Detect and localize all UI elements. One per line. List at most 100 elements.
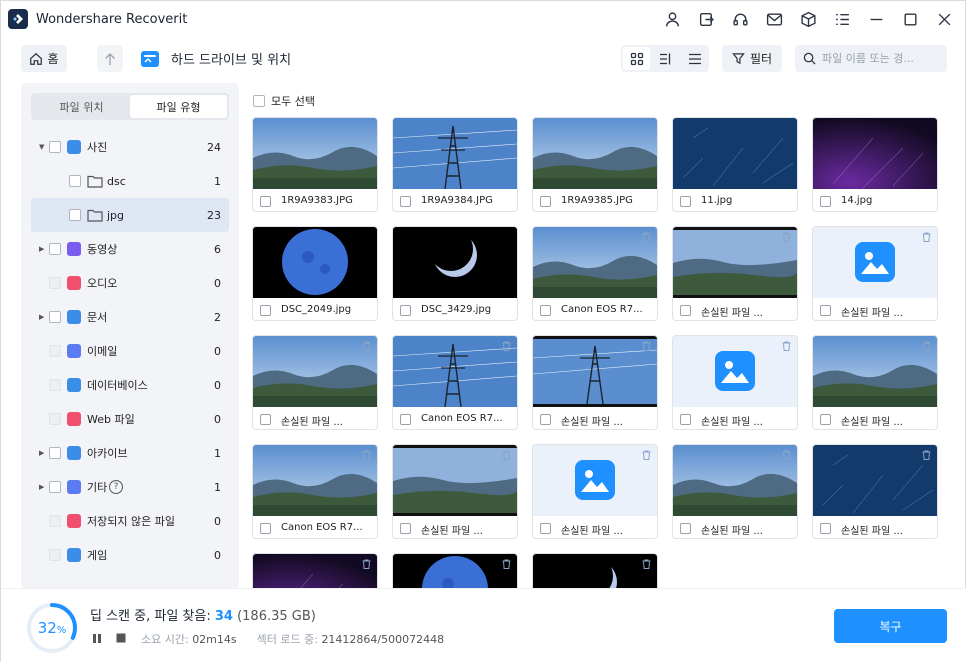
mail-icon[interactable] bbox=[757, 2, 791, 36]
file-checkbox[interactable] bbox=[260, 305, 271, 316]
file-card[interactable]: DSC_3429.jpg bbox=[392, 226, 518, 321]
sidebar-item-7[interactable]: 데이터베이스 0 bbox=[21, 368, 239, 402]
file-checkbox[interactable] bbox=[400, 305, 411, 316]
sidebar-item-6[interactable]: 이메일 0 bbox=[21, 334, 239, 368]
file-checkbox[interactable] bbox=[540, 196, 551, 207]
sidebar-item-checkbox[interactable] bbox=[49, 311, 61, 323]
detail-view-button[interactable] bbox=[652, 47, 679, 70]
sidebar-item-5[interactable]: ▶ 문서 2 bbox=[21, 300, 239, 334]
sidebar-item-9[interactable]: ▶ 아카이브 1 bbox=[21, 436, 239, 470]
file-card[interactable]: 손실된 파일 ... bbox=[672, 444, 798, 539]
file-card[interactable]: 손실된 파일 ... bbox=[672, 226, 798, 321]
select-all-label: 모두 선택 bbox=[271, 95, 315, 108]
file-card[interactable] bbox=[392, 553, 518, 588]
file-card[interactable]: 손실된 파일 ... bbox=[812, 226, 938, 321]
file-checkbox[interactable] bbox=[820, 305, 831, 316]
file-checkbox[interactable] bbox=[540, 523, 551, 534]
sidebar-item-2[interactable]: jpg 23 bbox=[31, 198, 229, 232]
sidebar-item-12[interactable]: 게임 0 bbox=[21, 538, 239, 572]
file-checkbox[interactable] bbox=[680, 196, 691, 207]
stop-button[interactable] bbox=[115, 632, 127, 644]
file-checkbox[interactable] bbox=[400, 523, 411, 534]
file-checkbox[interactable] bbox=[400, 414, 411, 425]
file-checkbox[interactable] bbox=[260, 414, 271, 425]
file-card[interactable]: 손실된 파일 ... bbox=[252, 335, 378, 430]
sidebar-item-checkbox[interactable] bbox=[49, 141, 61, 153]
file-checkbox[interactable] bbox=[400, 196, 411, 207]
file-card[interactable]: 14.jpg bbox=[812, 117, 938, 212]
sign-out-icon[interactable] bbox=[689, 2, 723, 36]
file-card[interactable]: 1R9A9385.JPG bbox=[532, 117, 658, 212]
close-icon[interactable] bbox=[927, 2, 961, 36]
file-card[interactable]: Canon EOS R7... bbox=[532, 226, 658, 321]
deleted-file-icon bbox=[502, 341, 511, 351]
file-card[interactable]: Canon EOS R7... bbox=[252, 444, 378, 539]
file-card[interactable]: 손실된 파일 ... bbox=[532, 444, 658, 539]
file-checkbox[interactable] bbox=[260, 523, 271, 534]
expand-right-icon[interactable]: ▶ bbox=[39, 313, 47, 321]
file-card[interactable] bbox=[532, 553, 658, 588]
file-checkbox[interactable] bbox=[820, 196, 831, 207]
sidebar-item-3[interactable]: ▶ 동영상 6 bbox=[21, 232, 239, 266]
expand-down-icon[interactable]: ▼ bbox=[39, 143, 47, 151]
list-view-button[interactable] bbox=[681, 47, 708, 70]
filter-button[interactable]: 필터 bbox=[722, 45, 782, 72]
file-card[interactable]: 1R9A9383.JPG bbox=[252, 117, 378, 212]
sidebar-item-4[interactable]: 오디오 0 bbox=[21, 266, 239, 300]
tab-file-location[interactable]: 파일 위치 bbox=[33, 95, 130, 118]
file-checkbox[interactable] bbox=[540, 305, 551, 316]
file-card[interactable]: Canon EOS R7... bbox=[392, 335, 518, 430]
file-card[interactable] bbox=[252, 553, 378, 588]
headset-icon[interactable] bbox=[723, 2, 757, 36]
file-card[interactable]: DSC_2049.jpg bbox=[252, 226, 378, 321]
help-icon[interactable]: ? bbox=[109, 480, 123, 494]
sidebar-item-checkbox[interactable] bbox=[49, 243, 61, 255]
sidebar-item-label: 이메일 bbox=[87, 345, 118, 358]
tab-file-type[interactable]: 파일 유형 bbox=[130, 95, 227, 118]
up-button[interactable] bbox=[97, 45, 123, 72]
file-checkbox[interactable] bbox=[260, 196, 271, 207]
menu-list-icon[interactable] bbox=[825, 2, 859, 36]
sidebar-item-1[interactable]: dsc 1 bbox=[21, 164, 239, 198]
file-card[interactable]: 손실된 파일 ... bbox=[392, 444, 518, 539]
file-checkbox[interactable] bbox=[680, 523, 691, 534]
file-card[interactable]: 손실된 파일 ... bbox=[812, 444, 938, 539]
file-checkbox[interactable] bbox=[820, 414, 831, 425]
box-icon[interactable] bbox=[791, 2, 825, 36]
file-checkbox[interactable] bbox=[680, 305, 691, 316]
file-card[interactable]: 손실된 파일 ... bbox=[672, 335, 798, 430]
sidebar-item-checkbox[interactable] bbox=[49, 447, 61, 459]
sidebar-item-0[interactable]: ▼ 사진 24 bbox=[21, 130, 239, 164]
select-all-checkbox[interactable] bbox=[253, 95, 265, 107]
file-card[interactable]: 손실된 파일 ... bbox=[532, 335, 658, 430]
file-thumbnail bbox=[393, 336, 517, 408]
home-button[interactable]: 홈 bbox=[21, 45, 67, 72]
expand-right-icon[interactable]: ▶ bbox=[39, 483, 47, 491]
file-checkbox[interactable] bbox=[540, 414, 551, 425]
expand-right-icon[interactable]: ▶ bbox=[39, 449, 47, 457]
expand-right-icon[interactable]: ▶ bbox=[39, 245, 47, 253]
sidebar-item-10[interactable]: ▶ 기타? 1 bbox=[21, 470, 239, 504]
file-card[interactable]: 1R9A9384.JPG bbox=[392, 117, 518, 212]
recover-button[interactable]: 복구 bbox=[834, 609, 947, 643]
user-icon[interactable] bbox=[655, 2, 689, 36]
file-card[interactable]: 손실된 파일 ... bbox=[812, 335, 938, 430]
file-card[interactable]: 11.jpg bbox=[672, 117, 798, 212]
sidebar-item-checkbox[interactable] bbox=[69, 175, 81, 187]
grid-view-button[interactable] bbox=[623, 47, 650, 70]
file-checkbox[interactable] bbox=[820, 523, 831, 534]
maximize-icon[interactable] bbox=[893, 2, 927, 36]
sidebar-item-checkbox[interactable] bbox=[49, 481, 61, 493]
folder-icon bbox=[87, 209, 103, 222]
sidebar-item-11[interactable]: 저장되지 않은 파일 0 bbox=[21, 504, 239, 538]
sidebar-item-checkbox bbox=[49, 413, 61, 425]
sidebar-item-8[interactable]: Web 파일 0 bbox=[21, 402, 239, 436]
search-input[interactable] bbox=[822, 52, 942, 65]
file-thumbnail bbox=[533, 118, 657, 189]
select-all[interactable]: 모두 선택 bbox=[253, 93, 315, 109]
minimize-icon[interactable] bbox=[859, 2, 893, 36]
location-label: 하드 드라이브 및 위치 bbox=[171, 53, 292, 68]
sidebar-item-checkbox[interactable] bbox=[69, 209, 81, 221]
file-checkbox[interactable] bbox=[680, 414, 691, 425]
pause-button[interactable] bbox=[91, 632, 103, 644]
